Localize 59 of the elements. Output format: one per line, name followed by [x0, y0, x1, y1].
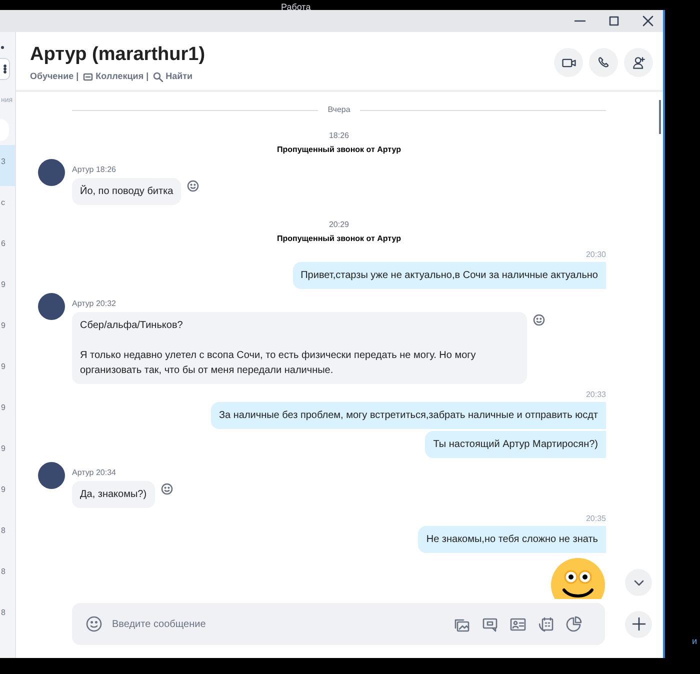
plus-icon	[632, 617, 646, 631]
timestamp: 18:26	[328, 131, 350, 141]
timestamp: 20:35	[586, 514, 606, 524]
header-link[interactable]: Найти	[152, 70, 193, 84]
video-message-icon[interactable]	[481, 616, 499, 632]
chat-list-item[interactable]: 9	[0, 432, 15, 473]
chat-list-item[interactable]: 9	[0, 350, 15, 391]
pie-chart-icon[interactable]	[565, 616, 583, 632]
emoji-icon[interactable]	[86, 616, 102, 632]
message-bubble: Да, знакомы?)	[72, 481, 155, 508]
header-link[interactable]: Коллекция |	[82, 70, 149, 84]
chat-list-item[interactable]: с	[0, 186, 15, 227]
contact-card-icon[interactable]	[509, 616, 527, 632]
call-button[interactable]	[589, 48, 618, 77]
chat-list-item[interactable]: 9	[0, 309, 15, 350]
chat-list-item[interactable]: 9	[0, 268, 15, 309]
avatar	[38, 462, 65, 489]
chat-list-item[interactable]: 6	[0, 227, 15, 268]
add-button[interactable]	[625, 610, 652, 638]
message-bubble: Йо, по поводу битка	[72, 178, 182, 205]
more-button[interactable]	[0, 58, 10, 80]
message-input-field[interactable]: Введите сообщение	[112, 616, 443, 632]
avatar	[38, 159, 65, 186]
avatar	[38, 293, 65, 320]
message-bubble: Ты настоящий Артур Мартиросян?)	[425, 431, 606, 458]
message-bubble: За наличные без проблем, могу встретиться,забрать наличные и отправить юсдт	[210, 402, 606, 429]
smiley-icon[interactable]	[187, 180, 200, 192]
calendar-call-icon[interactable]	[537, 616, 555, 632]
chat-list-item[interactable]: 8	[0, 555, 15, 596]
timestamp: 20:30	[586, 250, 606, 260]
chat-list-item[interactable]: 9	[0, 473, 15, 514]
add-person-icon	[630, 54, 646, 70]
search-icon	[152, 72, 163, 82]
date-divider: Вчера	[328, 104, 350, 116]
smiley-icon[interactable]	[533, 314, 545, 326]
sender-and-time: Артур 18:26	[72, 165, 116, 175]
chat-list-item[interactable]: 8	[0, 596, 15, 637]
message-bubble: Привет,старзы уже не актуально,в Сочи за наличные актуально	[292, 262, 606, 289]
chat-list-item[interactable]: 9	[0, 391, 15, 432]
timestamp: 20:29	[328, 220, 350, 230]
video-call-button[interactable]	[554, 48, 583, 77]
sender-and-time: Артур 20:34	[72, 468, 116, 478]
add-people-button[interactable]	[624, 48, 653, 77]
close-icon[interactable]	[641, 14, 655, 28]
maximize-icon[interactable]	[607, 14, 621, 28]
sender-and-time: Артур 20:32	[72, 299, 116, 309]
timestamp: 20:33	[586, 390, 606, 400]
smiley-icon[interactable]	[160, 483, 173, 495]
overflow-text: и	[692, 635, 698, 648]
chat-list-item[interactable]: 3	[0, 145, 15, 186]
chat-list-item[interactable]: 8	[0, 514, 15, 555]
taskbar-label: Работа	[281, 1, 311, 10]
chat-title: Артур (mararthur1)	[30, 43, 206, 67]
header-link[interactable]: Обучение |	[30, 70, 79, 84]
message-bubble: Не знакомы,но тебя сложно не знать	[418, 526, 606, 553]
more-icon	[2, 64, 6, 74]
missed-call-notice: Пропущенный звонок от Артур	[277, 145, 401, 155]
message-bubble: Сбер/альфа/Тиньков? Я только недавно улетел с всопа Сочи, то есть физически передать не могу. Но могу организовать так, что бы от меня передали наличные.	[72, 312, 527, 384]
missed-call-notice: Пропущенный звонок от Артур	[277, 234, 401, 244]
